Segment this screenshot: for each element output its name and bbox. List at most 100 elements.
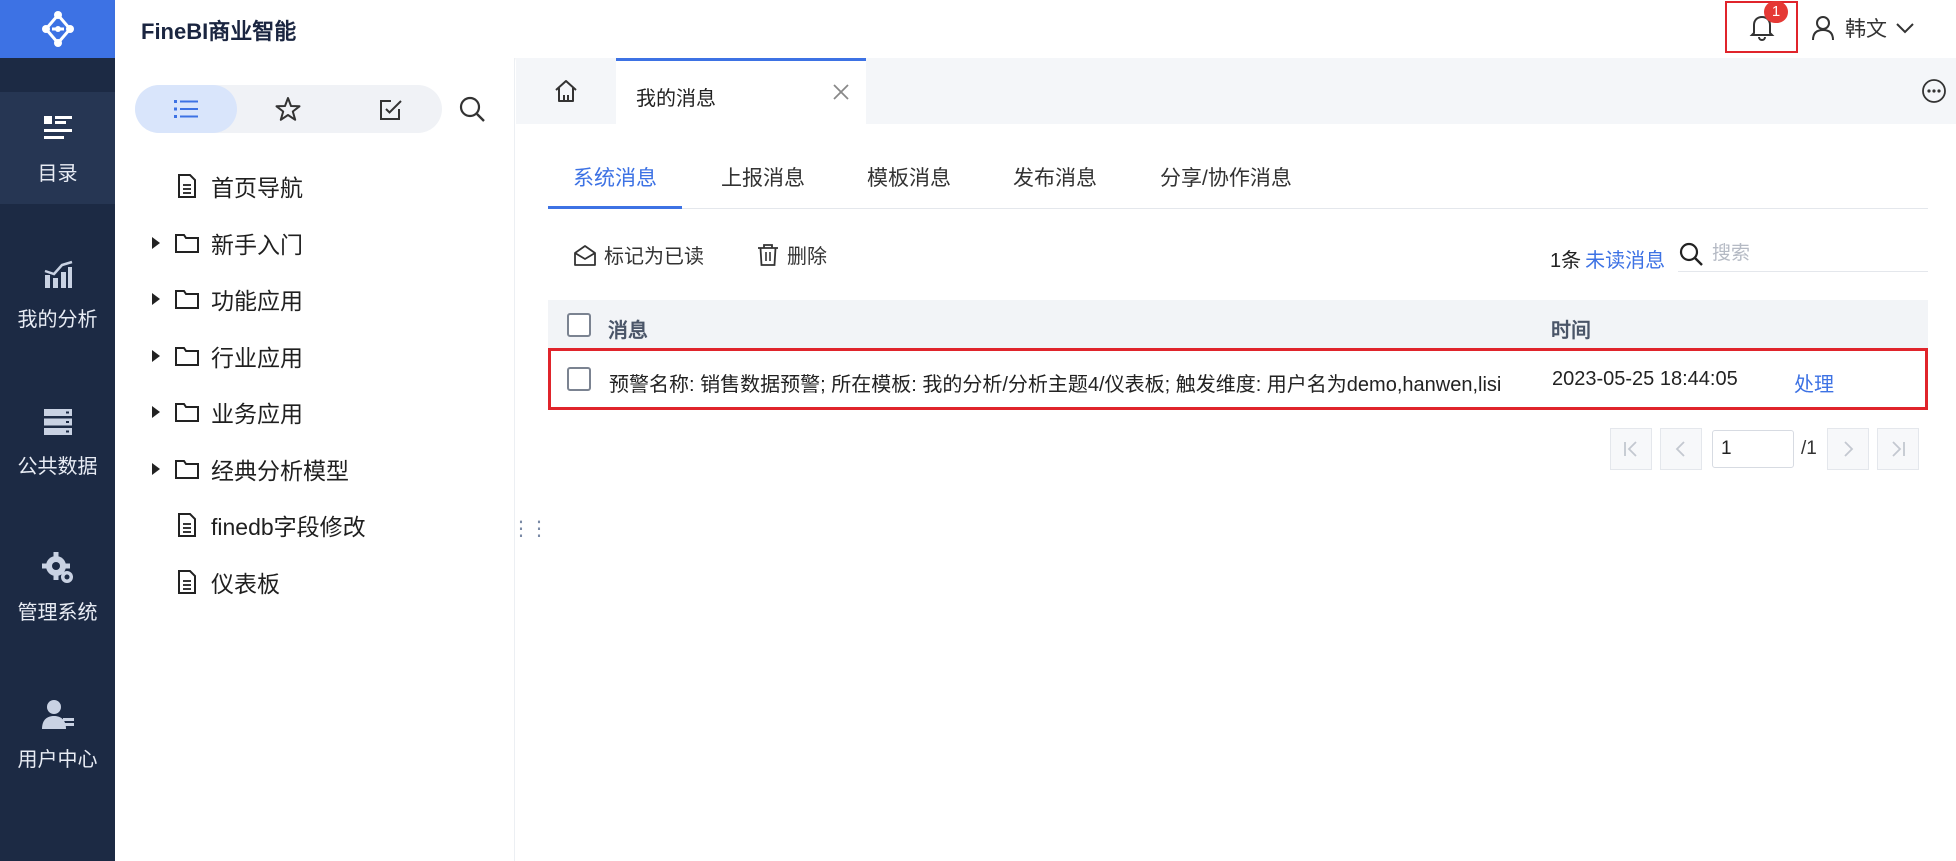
public-data-icon <box>40 404 76 440</box>
tree-item-business-apps[interactable]: 业务应用 <box>115 384 515 441</box>
envelope-open-icon <box>572 242 598 268</box>
todo-button[interactable] <box>340 85 442 133</box>
rail-item-public-data[interactable]: 公共数据 <box>0 385 115 497</box>
trash-icon <box>755 242 781 268</box>
message-toolbar: 标记为已读 删除 1条 未读消息 <box>548 236 1928 274</box>
last-page-button[interactable] <box>1876 428 1919 470</box>
user-menu[interactable]: 韩文 <box>1811 10 1915 46</box>
tab-my-messages[interactable]: 我的消息 <box>616 58 866 124</box>
rail-item-label: 公共数据 <box>17 455 98 478</box>
select-all-checkbox[interactable] <box>567 313 591 337</box>
tab-label: 我的消息 <box>636 88 716 110</box>
first-page-icon <box>1624 441 1637 457</box>
process-link[interactable]: 处理 <box>1794 368 1834 397</box>
file-icon <box>175 174 199 199</box>
notification-button[interactable]: 1 <box>1725 1 1798 53</box>
folder-icon <box>175 400 199 424</box>
directory-search-button[interactable] <box>455 92 489 126</box>
analysis-chart-icon <box>40 257 76 293</box>
more-icon <box>1922 79 1946 103</box>
rail-item-label: 我的分析 <box>17 308 98 331</box>
tree-item-label: 仪表板 <box>211 570 280 597</box>
mark-read-label: 标记为已读 <box>604 246 704 268</box>
list-view-button[interactable] <box>135 85 238 133</box>
more-options-button[interactable] <box>1921 78 1947 104</box>
column-header-time: 时间 <box>1551 320 1591 342</box>
next-page-button[interactable] <box>1826 428 1869 470</box>
home-icon <box>555 80 577 102</box>
tab-system-messages[interactable]: 系统消息 <box>548 162 682 209</box>
file-icon <box>175 569 199 594</box>
mark-read-button[interactable]: 标记为已读 <box>572 240 704 269</box>
tab-report-messages[interactable]: 上报消息 <box>721 162 805 209</box>
close-icon[interactable] <box>830 81 852 103</box>
directory-panel: 首页导航 新手入门 功能应用 行业应用 业务应用 经典分析模型 finedb字段… <box>115 58 515 861</box>
top-bar: FineBI商业智能 1 韩文 <box>115 0 1956 58</box>
table-row[interactable]: 预警名称: 销售数据预警; 所在模板: 我的分析/分析主题4/仪表板; 触发维度… <box>548 348 1928 410</box>
app-title: FineBI商业智能 <box>141 19 297 44</box>
prev-page-button[interactable] <box>1660 428 1702 470</box>
chevron-right-icon <box>1844 441 1854 457</box>
delete-label: 删除 <box>787 246 827 268</box>
unread-summary: 1条 未读消息 <box>1550 244 1665 273</box>
tree-item-home-nav[interactable]: 首页导航 <box>115 158 515 215</box>
tree-item-beginner[interactable]: 新手入门 <box>115 215 515 272</box>
tree-item-label: 行业应用 <box>211 344 303 371</box>
rail-item-label: 用户中心 <box>17 748 98 771</box>
message-search-input[interactable] <box>1712 242 1902 265</box>
search-icon <box>459 96 485 122</box>
first-page-button[interactable] <box>1610 428 1652 470</box>
message-time: 2023-05-25 18:44:05 <box>1552 368 1738 390</box>
chevron-left-icon <box>1675 441 1685 457</box>
notification-badge: 1 <box>1764 1 1788 23</box>
gear-icon <box>40 550 76 586</box>
tree-item-dashboard[interactable]: 仪表板 <box>115 554 515 611</box>
folder-icon <box>175 344 199 368</box>
tree-item-label: finedb字段修改 <box>211 514 366 541</box>
rail-item-label: 目录 <box>37 162 78 185</box>
tree-item-label: 新手入门 <box>211 231 303 258</box>
expand-arrow-icon[interactable] <box>152 462 160 475</box>
expand-arrow-icon[interactable] <box>152 349 160 362</box>
message-table-header: 消息 时间 <box>548 300 1928 350</box>
user-icon <box>1812 16 1834 41</box>
tree-item-classic-models[interactable]: 经典分析模型 <box>115 441 515 498</box>
pagination: /1 <box>1610 428 1927 470</box>
expand-arrow-icon[interactable] <box>152 236 160 249</box>
directory-view-switch <box>135 85 442 133</box>
tree-item-industry-apps[interactable]: 行业应用 <box>115 328 515 385</box>
rail-item-admin-system[interactable]: 管理系统 <box>0 531 115 643</box>
expand-arrow-icon[interactable] <box>152 406 160 419</box>
rail-item-label: 管理系统 <box>17 601 98 624</box>
tree-item-label: 首页导航 <box>211 175 303 202</box>
finebi-logo[interactable] <box>0 0 115 58</box>
delete-button[interactable]: 删除 <box>755 240 827 269</box>
row-checkbox[interactable] <box>567 367 591 391</box>
message-search <box>1678 236 1928 272</box>
search-icon <box>1679 242 1703 266</box>
star-icon <box>275 97 301 121</box>
page-total: /1 <box>1801 438 1817 459</box>
tab-publish-messages[interactable]: 发布消息 <box>1013 162 1097 209</box>
unread-messages-link[interactable]: 未读消息 <box>1585 250 1665 272</box>
tab-template-messages[interactable]: 模板消息 <box>867 162 951 209</box>
folder-icon <box>175 457 199 481</box>
rail-item-catalog[interactable]: 目录 <box>0 92 115 204</box>
user-center-icon <box>40 697 76 733</box>
tree-item-finedb-field[interactable]: finedb字段修改 <box>115 497 515 554</box>
unread-count: 1条 <box>1550 250 1582 272</box>
tab-share-messages[interactable]: 分享/协作消息 <box>1160 162 1292 209</box>
catalog-icon <box>40 111 76 147</box>
page-number-input[interactable] <box>1712 430 1794 468</box>
list-icon <box>174 100 199 118</box>
expand-arrow-icon[interactable] <box>152 293 160 306</box>
rail-item-user-center[interactable]: 用户中心 <box>0 678 115 790</box>
tree-item-feature-apps[interactable]: 功能应用 <box>115 271 515 328</box>
column-header-message: 消息 <box>608 320 648 342</box>
favorites-button[interactable] <box>237 85 339 133</box>
left-nav-rail: 目录 我的分析 公共数据 管理系统 用户中心 <box>0 0 115 861</box>
home-tab[interactable] <box>516 58 616 124</box>
panel-resize-handle[interactable]: ⋮⋮ <box>511 519 549 539</box>
rail-item-my-analysis[interactable]: 我的分析 <box>0 238 115 350</box>
file-icon <box>175 513 199 538</box>
